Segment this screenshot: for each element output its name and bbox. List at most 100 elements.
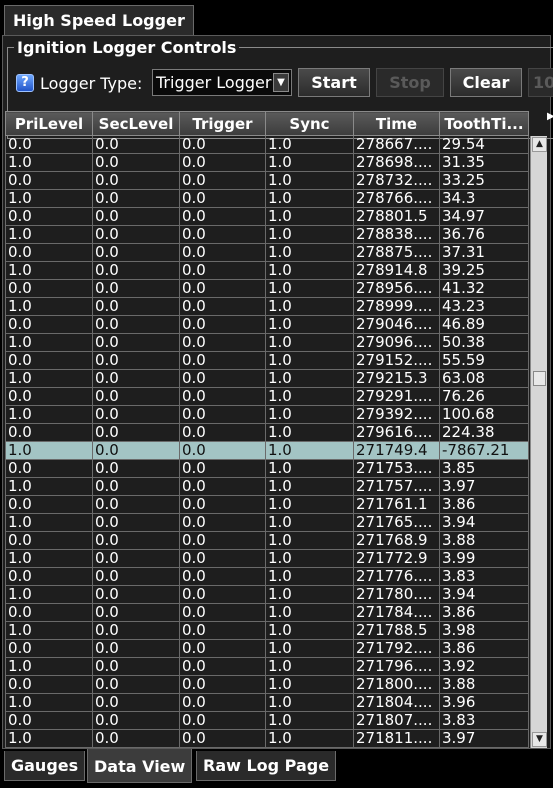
- header-scroll-right-icon[interactable]: ▶: [547, 111, 553, 135]
- cell-sync: 1.0: [265, 207, 354, 226]
- table-row[interactable]: 0.0 0.0 0.0 1.0 271761.1 3.86: [5, 495, 529, 514]
- cell-seclevel: 0.0: [92, 279, 180, 298]
- cell-seclevel: 0.0: [92, 171, 180, 190]
- cell-time: 279096....: [353, 333, 440, 352]
- table-row[interactable]: 0.0 0.0 0.0 1.0 278732.... 33.25: [5, 171, 529, 190]
- cell-time: 271796....: [353, 657, 440, 676]
- cell-trigger: 0.0: [179, 477, 266, 496]
- cell-seclevel: 0.0: [92, 135, 180, 154]
- table-row[interactable]: 0.0 0.0 0.0 1.0 271768.9 3.88: [5, 531, 529, 550]
- cell-sync: 1.0: [265, 297, 354, 316]
- cell-time: 279616....: [353, 423, 440, 442]
- cell-time: 279152....: [353, 351, 440, 370]
- start-button[interactable]: Start: [298, 68, 370, 97]
- cell-prilevel: 1.0: [5, 657, 93, 676]
- table-row[interactable]: 1.0 0.0 0.0 1.0 271780.... 3.94: [5, 585, 529, 604]
- cell-time: 271807....: [353, 711, 440, 730]
- table-row[interactable]: 1.0 0.0 0.0 1.0 271811.... 3.97: [5, 729, 529, 748]
- cell-toothtime: 55.59: [439, 351, 529, 370]
- table-row[interactable]: 1.0 0.0 0.0 1.0 278838.... 36.76: [5, 225, 529, 244]
- cell-trigger: 0.0: [179, 621, 266, 640]
- cell-sync: 1.0: [265, 711, 354, 730]
- table-row[interactable]: 1.0 0.0 0.0 1.0 271749.4 -7867.21: [5, 441, 529, 460]
- table-row[interactable]: 0.0 0.0 0.0 1.0 278801.5 34.97: [5, 207, 529, 226]
- scroll-down-icon[interactable]: ▼: [532, 732, 547, 747]
- column-header-time[interactable]: Time: [353, 111, 440, 136]
- tab-high-speed-logger[interactable]: High Speed Logger: [4, 5, 194, 36]
- cell-trigger: 0.0: [179, 207, 266, 226]
- cell-seclevel: 0.0: [92, 225, 180, 244]
- table-row[interactable]: 1.0 0.0 0.0 1.0 271804.... 3.96: [5, 693, 529, 712]
- cell-sync: 1.0: [265, 189, 354, 208]
- cell-trigger: 0.0: [179, 675, 266, 694]
- column-header-sync[interactable]: Sync: [265, 111, 354, 136]
- cell-time: 278732....: [353, 171, 440, 190]
- cell-prilevel: 1.0: [5, 225, 93, 244]
- cell-trigger: 0.0: [179, 405, 266, 424]
- tab-raw-log-page[interactable]: Raw Log Page: [196, 751, 337, 781]
- table-row[interactable]: 0.0 0.0 0.0 1.0 271776.... 3.83: [5, 567, 529, 586]
- table-row[interactable]: 0.0 0.0 0.0 1.0 278667.... 29.54: [5, 135, 529, 154]
- table-row[interactable]: 1.0 0.0 0.0 1.0 278999.... 43.23: [5, 297, 529, 316]
- table-row[interactable]: 1.0 0.0 0.0 1.0 271788.5 3.98: [5, 621, 529, 640]
- table-row[interactable]: 1.0 0.0 0.0 1.0 271757.... 3.97: [5, 477, 529, 496]
- cell-toothtime: 37.31: [439, 243, 529, 262]
- table-row[interactable]: 1.0 0.0 0.0 1.0 279096.... 50.38: [5, 333, 529, 352]
- cell-sync: 1.0: [265, 729, 354, 748]
- cell-sync: 1.0: [265, 639, 354, 658]
- cell-trigger: 0.0: [179, 189, 266, 208]
- table-row[interactable]: 0.0 0.0 0.0 1.0 271753.... 3.85: [5, 459, 529, 478]
- table-row[interactable]: 0.0 0.0 0.0 1.0 271800.... 3.88: [5, 675, 529, 694]
- table-row[interactable]: 0.0 0.0 0.0 1.0 271792.... 3.86: [5, 639, 529, 658]
- cell-prilevel: 1.0: [5, 693, 93, 712]
- table-row[interactable]: 0.0 0.0 0.0 1.0 278875.... 37.31: [5, 243, 529, 262]
- table-row[interactable]: 1.0 0.0 0.0 1.0 271796.... 3.92: [5, 657, 529, 676]
- cell-seclevel: 0.0: [92, 603, 180, 622]
- cell-prilevel: 1.0: [5, 153, 93, 172]
- cell-seclevel: 0.0: [92, 639, 180, 658]
- table-row[interactable]: 0.0 0.0 0.0 1.0 279046.... 46.89: [5, 315, 529, 334]
- table-row[interactable]: 1.0 0.0 0.0 1.0 279392.... 100.68: [5, 405, 529, 424]
- column-header-seclevel[interactable]: SecLevel: [92, 111, 180, 136]
- table-row[interactable]: 1.0 0.0 0.0 1.0 279215.3 63.08: [5, 369, 529, 388]
- chevron-down-icon[interactable]: ▼: [273, 73, 289, 92]
- tab-data-view[interactable]: Data View: [87, 749, 193, 783]
- table-row[interactable]: 1.0 0.0 0.0 1.0 278766.... 34.3: [5, 189, 529, 208]
- column-header-toothtime[interactable]: ToothTi...: [439, 111, 529, 136]
- logger-type-value: Trigger Logger: [156, 73, 272, 92]
- cell-seclevel: 0.0: [92, 189, 180, 208]
- table-row[interactable]: 0.0 0.0 0.0 1.0 271807.... 3.83: [5, 711, 529, 730]
- table-row[interactable]: 1.0 0.0 0.0 1.0 271765.... 3.94: [5, 513, 529, 532]
- cell-sync: 1.0: [265, 315, 354, 334]
- table-row[interactable]: 1.0 0.0 0.0 1.0 278698.... 31.35: [5, 153, 529, 172]
- stop-button[interactable]: Stop: [376, 68, 444, 97]
- table-row[interactable]: 0.0 0.0 0.0 1.0 279152.... 55.59: [5, 351, 529, 370]
- scrollbar-thumb[interactable]: [533, 371, 546, 386]
- tab-gauges[interactable]: Gauges: [4, 751, 86, 781]
- column-header-trigger[interactable]: Trigger: [179, 111, 266, 136]
- cell-seclevel: 0.0: [92, 441, 180, 460]
- cell-toothtime: 39.25: [439, 261, 529, 280]
- table-row[interactable]: 0.0 0.0 0.0 1.0 271784.... 3.86: [5, 603, 529, 622]
- table-row[interactable]: 1.0 0.0 0.0 1.0 278914.8 39.25: [5, 261, 529, 280]
- vertical-scrollbar[interactable]: ▲ ▼: [530, 136, 547, 748]
- cell-time: 271768.9: [353, 531, 440, 550]
- table-row[interactable]: 0.0 0.0 0.0 1.0 279616.... 224.38: [5, 423, 529, 442]
- table-row[interactable]: 0.0 0.0 0.0 1.0 279291.... 76.26: [5, 387, 529, 406]
- cell-toothtime: 3.97: [439, 477, 529, 496]
- clear-button[interactable]: Clear: [450, 68, 522, 97]
- cell-toothtime: 3.86: [439, 495, 529, 514]
- cell-prilevel: 1.0: [5, 405, 93, 424]
- table-row[interactable]: 1.0 0.0 0.0 1.0 271772.9 3.99: [5, 549, 529, 568]
- logger-type-select[interactable]: Trigger Logger ▼: [152, 69, 292, 96]
- sample-count-button[interactable]: 100: [528, 68, 553, 97]
- column-header-prilevel[interactable]: PriLevel: [5, 111, 93, 136]
- cell-toothtime: 3.96: [439, 693, 529, 712]
- cell-time: 279046....: [353, 315, 440, 334]
- scroll-up-icon[interactable]: ▲: [532, 137, 547, 152]
- help-icon[interactable]: ?: [16, 74, 34, 92]
- table-row[interactable]: 0.0 0.0 0.0 1.0 278956.... 41.32: [5, 279, 529, 298]
- cell-sync: 1.0: [265, 603, 354, 622]
- table-body: 0.0 0.0 0.0 1.0 278667.... 29.54 1.0 0.0 0.0 1.0 2…: [5, 135, 529, 748]
- cell-toothtime: 3.98: [439, 621, 529, 640]
